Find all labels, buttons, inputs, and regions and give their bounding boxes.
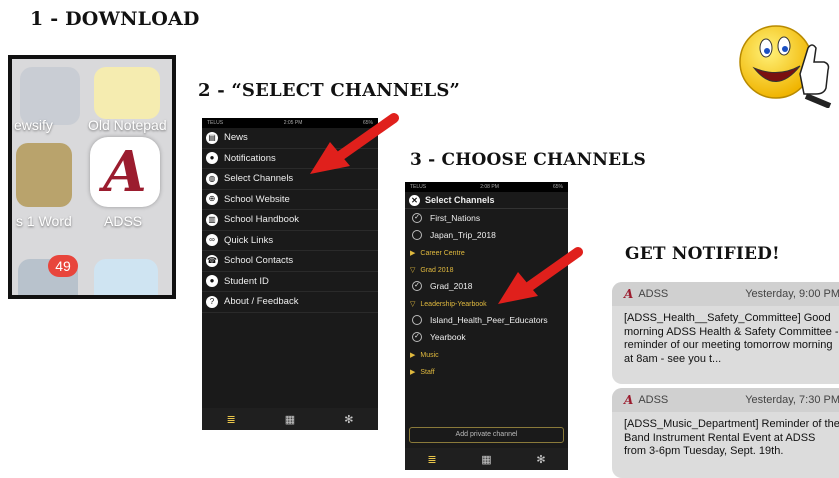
- menu-item-school-contacts[interactable]: ☎ School Contacts: [202, 251, 378, 272]
- notification-time: Yesterday, 9:00 PM: [745, 288, 839, 300]
- step1-heading: 1 - DOWNLOAD: [30, 8, 200, 30]
- link-icon: ∞: [206, 234, 218, 247]
- list-tab-icon[interactable]: ≣: [227, 413, 236, 426]
- checked-icon: ✓: [412, 280, 422, 291]
- globe-icon: ◍: [206, 172, 218, 185]
- word-tile: [16, 143, 72, 207]
- pointer-arrow-icon: [310, 113, 399, 174]
- step3-heading: 3 - CHOOSE CHANNELS: [410, 150, 646, 170]
- adss-logo-icon: A: [624, 393, 634, 407]
- checked-icon: ✓: [412, 331, 422, 342]
- calendar-tab-icon[interactable]: ▦: [285, 413, 295, 426]
- notepad-tile: [94, 67, 160, 119]
- menu-item-school-handbook[interactable]: ▥ School Handbook: [202, 210, 378, 231]
- notification-body: [ADSS_Health__Safety_Committee] Good mor…: [624, 312, 839, 365]
- calendar-tab-icon[interactable]: ▦: [481, 453, 491, 466]
- step2-heading: 2 - “SELECT CHANNELS”: [198, 80, 461, 101]
- adss-app-icon[interactable]: A: [90, 137, 160, 207]
- news-icon: ▤: [206, 131, 218, 144]
- step4-heading: GET NOTIFIED!: [625, 244, 780, 264]
- list-tab-icon[interactable]: ≣: [427, 453, 436, 466]
- adss-logo-icon: A: [624, 287, 634, 301]
- phone-icon: ☎: [206, 254, 218, 267]
- menu-item-about-feedback[interactable]: ? About / Feedback: [202, 292, 378, 313]
- triangle-down-icon: ▽: [410, 267, 416, 274]
- add-private-channel-button[interactable]: Add private channel: [409, 427, 564, 443]
- tab-bar: ≣ ▦ ✻: [405, 448, 568, 470]
- notification-badge: 49: [48, 255, 78, 277]
- menu-item-school-website[interactable]: ⊕ School Website: [202, 190, 378, 210]
- triangle-right-icon: ▶: [410, 369, 416, 376]
- unchecked-icon: [412, 314, 422, 325]
- notification-header: A ADSS Yesterday, 9:00 PM: [612, 282, 839, 306]
- menu-item-quick-links[interactable]: ∞ Quick Links: [202, 231, 378, 251]
- unchecked-icon: [412, 229, 422, 240]
- close-icon[interactable]: ✕: [409, 194, 420, 206]
- smiley-thumbs-up-icon: [739, 25, 832, 108]
- app-label: Old Notepad: [88, 117, 167, 133]
- channel-item-yearbook[interactable]: ✓ Yearbook: [405, 328, 568, 345]
- app-label: s 1 Word: [16, 213, 72, 229]
- status-bar: TELUS 2:08 PM 65%: [405, 182, 568, 192]
- tab-bar: ≣ ▦ ✻: [202, 408, 378, 430]
- channel-item-first-nations[interactable]: ✓ First_Nations: [405, 209, 568, 226]
- notification-time: Yesterday, 7:30 PM: [745, 394, 839, 406]
- triangle-down-icon: ▽: [410, 301, 416, 308]
- notification-card[interactable]: A ADSS Yesterday, 7:30 PM [ADSS_Music_Dep…: [612, 388, 839, 478]
- triangle-right-icon: ▶: [410, 250, 416, 257]
- group-music[interactable]: ▶ Music: [405, 348, 568, 362]
- pointer-arrow-icon: [498, 247, 583, 304]
- triangle-right-icon: ▶: [410, 352, 416, 359]
- screen-title-bar: ✕ Select Channels: [405, 192, 568, 209]
- web-icon: ⊕: [206, 193, 218, 206]
- notification-header: A ADSS Yesterday, 7:30 PM: [612, 388, 839, 412]
- menu-item-student-id[interactable]: ● Student ID: [202, 272, 378, 292]
- select-channels-screen: TELUS 2:08 PM 65% ✕ Select Channels ✓ Fir…: [405, 182, 568, 470]
- checked-icon: ✓: [412, 212, 422, 223]
- app-tile: [94, 259, 158, 295]
- book-icon: ▥: [206, 213, 218, 226]
- adss-app-label: ADSS: [104, 213, 143, 229]
- chat-icon: ●: [206, 152, 218, 165]
- notification-body: [ADSS_Music_Department] Reminder of the …: [624, 418, 839, 457]
- group-staff[interactable]: ▶ Staff: [405, 365, 568, 379]
- channel-item-japan-trip[interactable]: Japan_Trip_2018: [405, 226, 568, 243]
- question-icon: ?: [206, 295, 218, 308]
- person-icon: ●: [206, 275, 218, 288]
- channel-item-island-health[interactable]: Island_Health_Peer_Educators: [405, 311, 568, 328]
- gear-icon[interactable]: ✻: [536, 453, 545, 466]
- home-screen-crop: ewsify Old Notepad A s 1 Word ADSS 49: [8, 55, 176, 299]
- gear-icon[interactable]: ✻: [344, 413, 353, 426]
- notification-card[interactable]: A ADSS Yesterday, 9:00 PM [ADSS_Health__S…: [612, 282, 839, 384]
- app-label: ewsify: [14, 117, 53, 133]
